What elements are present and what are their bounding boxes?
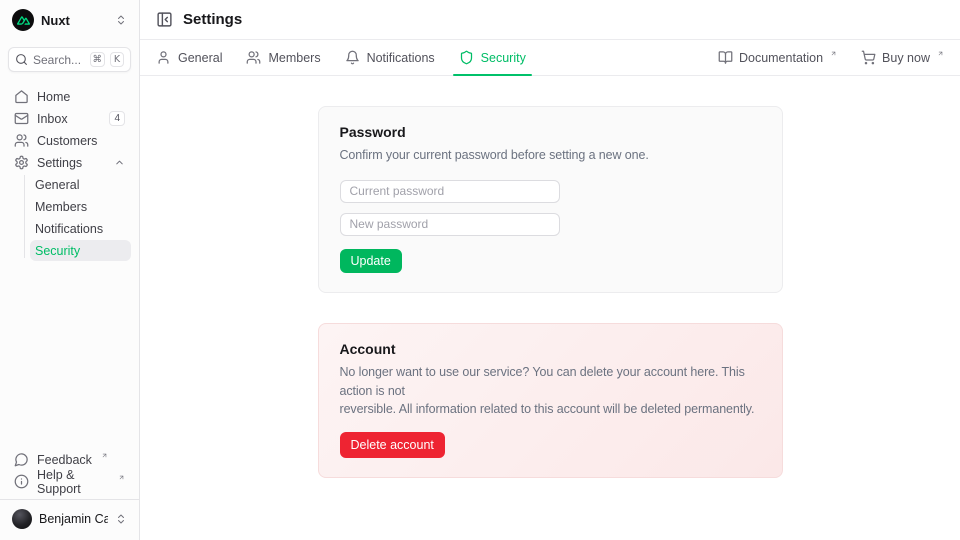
current-password-field[interactable] [340, 180, 560, 203]
sidebar-divider [0, 499, 139, 500]
main-panel: Settings General Members Notifications [140, 0, 960, 540]
buy-now-link[interactable]: Buy now [861, 50, 944, 65]
chevron-up-icon [114, 157, 125, 168]
update-password-button[interactable]: Update [340, 249, 402, 273]
tab-notifications[interactable]: Notifications [345, 40, 435, 75]
sidebar-item-label: Security [35, 244, 80, 258]
kbd-k: K [110, 52, 124, 67]
account-card: Account No longer want to use our servic… [318, 323, 783, 478]
sidebar-item-inbox[interactable]: Inbox 4 [8, 108, 131, 129]
documentation-link[interactable]: Documentation [718, 50, 837, 65]
settings-subnav: General Members Notifications Security [22, 174, 131, 261]
users-icon [246, 50, 261, 65]
book-open-icon [718, 50, 733, 65]
sidebar-item-general[interactable]: General [30, 174, 131, 195]
user-icon [156, 50, 171, 65]
new-password-field[interactable] [340, 213, 560, 236]
sidebar-item-label: Notifications [35, 222, 103, 236]
sidebar-item-settings[interactable]: Settings [8, 152, 131, 173]
users-icon [14, 133, 29, 148]
sidebar-item-label: Inbox [37, 112, 68, 126]
sidebar-item-security[interactable]: Security [30, 240, 131, 261]
search-input[interactable]: Search... ⌘ K [8, 47, 131, 72]
sidebar-item-members[interactable]: Members [30, 196, 131, 217]
account-description-line2: reversible. All information related to t… [340, 400, 761, 419]
password-card-description: Confirm your current password before set… [340, 146, 761, 165]
sidebar-item-label: Home [37, 90, 70, 104]
sidebar-item-label: Members [35, 200, 87, 214]
bell-icon [345, 50, 360, 65]
external-link-icon [830, 50, 837, 57]
sidebar-nav: Home Inbox 4 Customers Settings [8, 86, 131, 262]
sidebar-item-label: Customers [37, 134, 97, 148]
sidebar-item-customers[interactable]: Customers [8, 130, 131, 151]
page-header: Settings [140, 0, 960, 40]
tab-members[interactable]: Members [246, 40, 320, 75]
gear-icon [14, 155, 29, 170]
sidebar-footer: Feedback Help & Support Benjamin Canac [8, 449, 131, 532]
shopping-cart-icon [861, 50, 876, 65]
nuxt-logo-icon [12, 9, 34, 31]
kbd-meta: ⌘ [90, 52, 106, 67]
sidebar: Nuxt Search... ⌘ K Home [0, 0, 140, 540]
footer-item-label: Help & Support [37, 468, 109, 496]
tab-label: Members [268, 51, 320, 65]
tab-security[interactable]: Security [459, 40, 526, 75]
tab-label: General [178, 51, 222, 65]
sidebar-item-label: Settings [37, 156, 82, 170]
link-label: Buy now [882, 51, 930, 65]
sidebar-item-home[interactable]: Home [8, 86, 131, 107]
account-card-title: Account [340, 341, 761, 357]
password-card: Password Confirm your current password b… [318, 106, 783, 293]
footer-item-label: Feedback [37, 453, 92, 467]
home-icon [14, 89, 29, 104]
external-link-icon [101, 452, 108, 459]
search-icon [15, 53, 28, 66]
inbox-icon [14, 111, 29, 126]
panel-left-close-icon [156, 11, 173, 28]
settings-security-content: Password Confirm your current password b… [140, 76, 960, 540]
chevrons-up-down-icon [115, 513, 127, 525]
sidebar-item-label: General [35, 178, 79, 192]
page-title: Settings [183, 11, 242, 28]
account-description-line1: No longer want to use our service? You c… [340, 363, 761, 401]
tab-label: Security [481, 51, 526, 65]
external-link-icon [118, 474, 125, 481]
inbox-count-badge: 4 [109, 111, 125, 126]
delete-account-button[interactable]: Delete account [340, 432, 445, 458]
message-circle-icon [14, 452, 29, 467]
link-label: Documentation [739, 51, 823, 65]
chevrons-up-down-icon [115, 14, 127, 26]
tab-label: Notifications [367, 51, 435, 65]
app-window: Nuxt Search... ⌘ K Home [0, 0, 960, 540]
info-circle-icon [14, 474, 29, 489]
workspace-name: Nuxt [41, 13, 108, 28]
account-card-description: No longer want to use our service? You c… [340, 363, 761, 419]
password-card-title: Password [340, 124, 761, 140]
user-name: Benjamin Canac [39, 512, 108, 526]
sidebar-toggle-button[interactable] [156, 11, 173, 28]
workspace-selector[interactable]: Nuxt [8, 8, 131, 32]
tab-general[interactable]: General [156, 40, 222, 75]
user-menu[interactable]: Benjamin Canac [8, 506, 131, 532]
help-support-link[interactable]: Help & Support [8, 471, 131, 492]
external-link-icon [937, 50, 944, 57]
settings-tabbar: General Members Notifications Security [140, 40, 960, 76]
search-placeholder: Search... [33, 53, 85, 67]
user-avatar [12, 509, 32, 529]
shield-icon [459, 50, 474, 65]
sidebar-item-notifications[interactable]: Notifications [30, 218, 131, 239]
